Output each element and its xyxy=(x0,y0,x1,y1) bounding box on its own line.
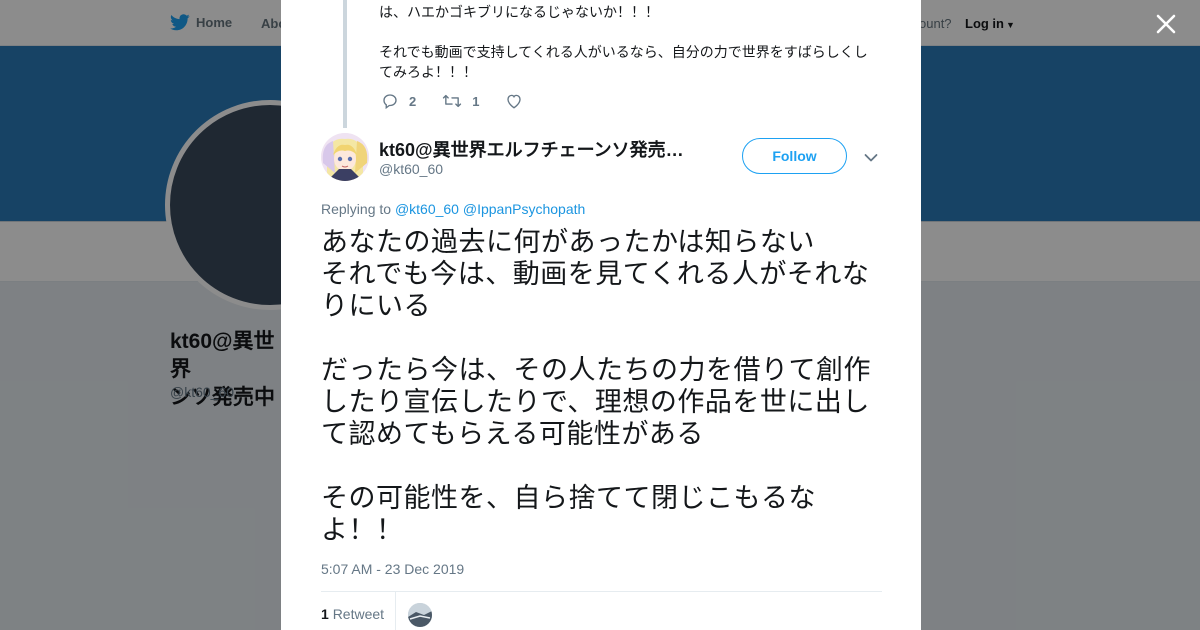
more-options-button[interactable] xyxy=(864,150,878,168)
parent-tweet-actions: 2 1 xyxy=(381,92,559,110)
retweet-icon xyxy=(443,94,462,108)
replying-prefix: Replying to xyxy=(321,201,392,217)
retweet-stat-count: 1 xyxy=(321,606,329,622)
tweet-text-line: その可能性を、自ら捨てて閉じこもるな xyxy=(321,483,816,513)
retweeter-avatar[interactable] xyxy=(408,603,432,627)
tweet-header: kt60@異世界エルフチェーンソ発売… @kt60_60 Follow xyxy=(321,133,881,187)
replying-to: Replying to @kt60_60 @IppanPsychopath xyxy=(321,201,585,217)
retweet-count: 1 xyxy=(472,93,480,109)
tweet-text-line: したり宣伝したりで、理想の作品を世に出し xyxy=(321,387,870,417)
close-icon xyxy=(1156,14,1176,34)
parent-tweet-line: てみろよ！！！ xyxy=(379,64,477,80)
author-handle[interactable]: @kt60_60 xyxy=(379,161,443,177)
reply-button[interactable]: 2 xyxy=(381,92,416,110)
tweet-timestamp[interactable]: 5:07 AM - 23 Dec 2019 xyxy=(321,561,464,577)
retweet-button[interactable]: 1 xyxy=(442,92,479,110)
tweet-text-line: あなたの過去に何があったかは知らない xyxy=(321,227,815,257)
tweet-text-line: だったら今は、その人たちの力を借りて創作 xyxy=(321,355,871,385)
reply-icon xyxy=(383,94,397,110)
mention-link[interactable]: @IppanPsychopath xyxy=(463,201,585,217)
follow-button[interactable]: Follow xyxy=(742,138,847,174)
author-display-name[interactable]: kt60@異世界エルフチェーンソ発売… xyxy=(379,136,697,162)
tweet-text: あなたの過去に何があったかは知らない それでも今は、動画を見てくれる人がそれな … xyxy=(321,226,883,546)
tweet-text-line: それでも今は、動画を見てくれる人がそれな xyxy=(321,259,870,289)
parent-tweet-line: は、ハエかゴキブリになるじゃないか！！！ xyxy=(379,4,659,20)
thread-connector-line xyxy=(343,0,347,128)
retweet-stat-link[interactable]: 1 Retweet xyxy=(321,606,384,622)
tweet-stats: 1 Retweet xyxy=(321,592,882,630)
tweet-modal: は、ハエかゴキブリになるじゃないか！！！ それでも動画で支持してくれる人がいるな… xyxy=(281,0,921,630)
close-button[interactable] xyxy=(1154,12,1178,36)
stats-divider xyxy=(395,592,396,630)
mention-link[interactable]: @kt60_60 xyxy=(395,201,459,217)
author-avatar[interactable] xyxy=(321,133,369,181)
tweet-text-line: りにいる xyxy=(321,291,431,321)
retweet-stat-label: Retweet xyxy=(332,606,385,622)
heart-icon xyxy=(507,94,522,109)
anime-avatar-icon xyxy=(321,133,369,181)
parent-tweet-line: それでも動画で支持してくれる人がいるなら、自分の力で世界をすばらしくし xyxy=(379,44,868,60)
tweet-text-line: て認めてもらえる可能性がある xyxy=(321,419,704,449)
reply-count: 2 xyxy=(409,93,417,109)
tweet-text-line: よ！！ xyxy=(321,515,404,545)
parent-tweet-text: は、ハエかゴキブリになるじゃないか！！！ それでも動画で支持してくれる人がいるな… xyxy=(379,2,879,82)
like-button[interactable] xyxy=(505,92,533,110)
retweeter-avatar-icon xyxy=(408,603,432,627)
chevron-down-icon xyxy=(864,154,878,162)
